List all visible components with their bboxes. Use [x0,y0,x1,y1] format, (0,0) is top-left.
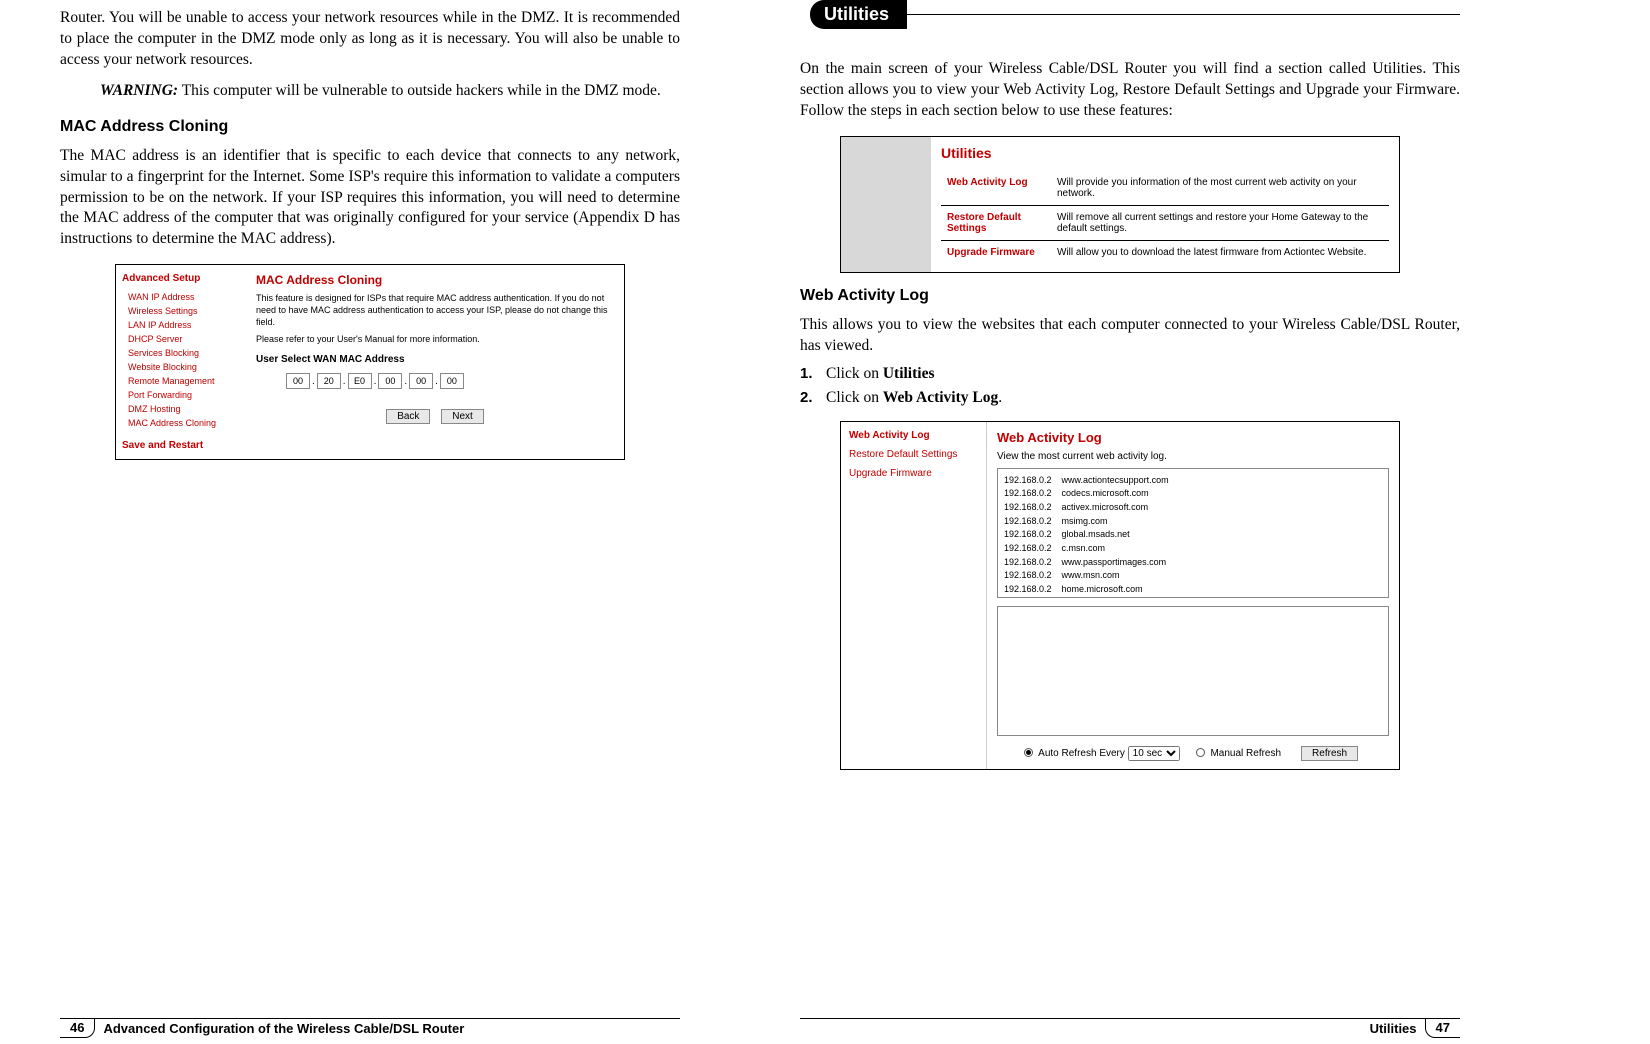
step-number: 2. [800,389,826,407]
step-1: 1. Click on Utilities [800,365,1460,383]
sidebar-item[interactable]: WAN IP Address [122,290,240,304]
util-key[interactable]: Web Activity Log [941,171,1051,206]
screenshot-utilities: Utilities Web Activity LogWill provide y… [840,136,1400,273]
sidebar-item[interactable]: Wireless Settings [122,304,240,318]
step-number: 1. [800,365,826,383]
step-text: Click on Utilities [826,365,935,383]
ss1-save-restart[interactable]: Save and Restart [122,440,240,451]
mac-octet-2[interactable] [317,373,341,389]
mac-octet-3[interactable] [348,373,372,389]
blank-textarea[interactable] [997,606,1389,736]
mac-input-row: . . . . . [256,373,614,389]
dmz-paragraph: Router. You will be unable to access you… [60,8,680,71]
chapter-tab: Utilities [800,0,1460,29]
ss3-side-item[interactable]: Restore Default Settings [849,449,978,460]
sidebar-item[interactable]: MAC Address Cloning [122,416,240,430]
util-key[interactable]: Restore Default Settings [941,205,1051,240]
web-log-heading: Web Activity Log [800,287,1460,305]
footer-title: Utilities [1370,1021,1417,1036]
ss1-sidebar: Advanced Setup WAN IP Address Wireless S… [116,265,246,459]
next-button[interactable]: Next [441,409,484,424]
ss1-title: MAC Address Cloning [256,273,614,287]
warning-label: WARNING: [100,82,178,99]
refresh-interval-select[interactable]: 10 sec [1128,746,1180,761]
ss3-main: Web Activity Log View the most current w… [986,422,1399,769]
web-log-para: This allows you to view the websites tha… [800,315,1460,357]
page-number: 47 [1425,1018,1460,1038]
utilities-intro: On the main screen of your Wireless Cabl… [800,59,1460,122]
page-right: Utilities On the main screen of your Wir… [770,0,1490,1044]
sidebar-item[interactable]: DMZ Hosting [122,402,240,416]
util-key[interactable]: Upgrade Firmware [941,240,1051,264]
chapter-line [907,14,1460,15]
log-box[interactable]: 192.168.0.2www.actiontecsupport.com 192.… [997,468,1389,598]
ss1-button-row: Back Next [256,409,614,424]
ss1-mac-label: User Select WAN MAC Address [256,354,614,365]
footer-left: 46 Advanced Configuration of the Wireles… [60,1018,680,1038]
step-text: Click on Web Activity Log. [826,389,1002,407]
refresh-button[interactable]: Refresh [1301,746,1358,761]
util-desc: Will allow you to download the latest fi… [1051,240,1389,264]
footer-title: Advanced Configuration of the Wireless C… [103,1021,464,1036]
sidebar-item[interactable]: Port Forwarding [122,388,240,402]
screenshot-mac-cloning: Advanced Setup WAN IP Address Wireless S… [115,264,625,460]
ss3-side-item[interactable]: Web Activity Log [849,430,978,441]
manual-refresh-option[interactable]: Manual Refresh [1196,748,1281,759]
ss1-main: MAC Address Cloning This feature is desi… [246,265,624,459]
sidebar-item[interactable]: Remote Management [122,374,240,388]
back-button[interactable]: Back [386,409,430,424]
ss1-sidebar-title: Advanced Setup [122,273,240,284]
ss2-main: Utilities Web Activity LogWill provide y… [931,137,1399,272]
radio-icon[interactable] [1196,748,1205,757]
screenshot-web-activity: Web Activity Log Restore Default Setting… [840,421,1400,770]
ss3-title: Web Activity Log [997,430,1389,445]
refresh-row: Auto Refresh Every 10 sec Manual Refresh… [997,746,1389,761]
mac-octet-4[interactable] [378,373,402,389]
utilities-table: Web Activity LogWill provide you informa… [941,171,1389,264]
sidebar-item[interactable]: DHCP Server [122,332,240,346]
ss3-sidebar: Web Activity Log Restore Default Setting… [841,422,986,769]
auto-refresh-option[interactable]: Auto Refresh Every 10 sec [1024,746,1180,761]
chapter-title: Utilities [810,0,907,29]
sidebar-item[interactable]: LAN IP Address [122,318,240,332]
step-2: 2. Click on Web Activity Log. [800,389,1460,407]
util-desc: Will remove all current settings and res… [1051,205,1389,240]
mac-paragraph: The MAC address is an identifier that is… [60,146,680,251]
sidebar-item[interactable]: Website Blocking [122,360,240,374]
ss1-desc2: Please refer to your User's Manual for m… [256,334,614,346]
ss2-sidebar [841,137,931,272]
mac-heading: MAC Address Cloning [60,118,680,136]
ss2-title: Utilities [941,145,1389,161]
footer-right: Utilities 47 [800,1018,1460,1038]
sidebar-item[interactable]: Services Blocking [122,346,240,360]
util-desc: Will provide you information of the most… [1051,171,1389,206]
mac-octet-5[interactable] [409,373,433,389]
page-left: Router. You will be unable to access you… [30,0,710,1044]
ss3-subtitle: View the most current web activity log. [997,451,1389,462]
ss3-side-item[interactable]: Upgrade Firmware [849,468,978,479]
radio-icon[interactable] [1024,748,1033,757]
warning-text: This computer will be vulnerable to outs… [178,82,661,99]
ss1-desc1: This feature is designed for ISPs that r… [256,293,614,328]
mac-octet-6[interactable] [440,373,464,389]
mac-octet-1[interactable] [286,373,310,389]
page-number: 46 [60,1018,95,1038]
warning-block: WARNING: This computer will be vulnerabl… [100,81,680,102]
